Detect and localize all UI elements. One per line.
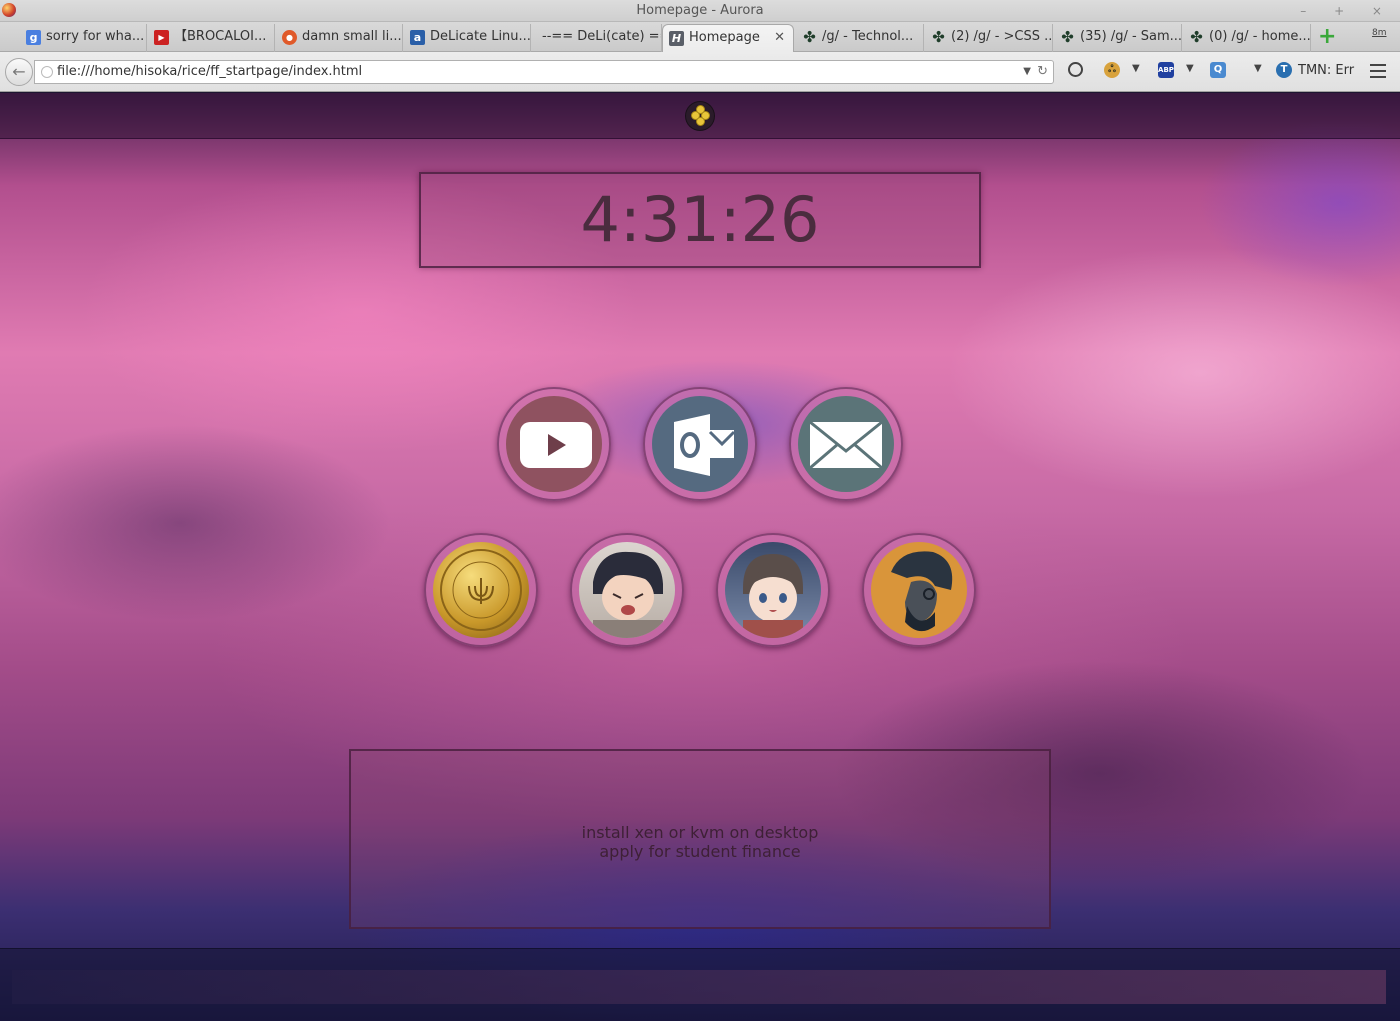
tab-4[interactable]: a DeLicate Linu... — [404, 24, 531, 52]
tab-label: (35) /g/ - Sam... — [1080, 29, 1182, 44]
tab-label: DeLicate Linu... — [430, 29, 531, 44]
youtube-icon — [506, 396, 602, 492]
tab-2[interactable]: ▶ 【BROCALOI... — [148, 24, 275, 52]
note-item: install xen or kvm on desktop — [581, 823, 819, 842]
startpage-topbar — [0, 93, 1400, 139]
4chan-clover-icon: ✤ — [803, 28, 816, 46]
avatar-link-4[interactable] — [862, 533, 976, 647]
coin-link[interactable] — [424, 533, 538, 647]
tmn-status[interactable]: TMN: Err — [1298, 63, 1354, 78]
google-icon: g — [26, 30, 41, 45]
url-bar[interactable]: file:///home/hisoka/rice/ff_startpage/in… — [34, 60, 1054, 84]
clock-display: 4:31:26 — [419, 172, 981, 268]
back-arrow-icon: ← — [12, 62, 26, 81]
tab-label: 【BROCALOI... — [174, 29, 267, 44]
startpage: 4:31:26 install xen or kvm on desktop ap… — [0, 93, 1400, 1021]
duckduckgo-icon: ● — [282, 30, 297, 45]
tab-label: (0) /g/ - home... — [1209, 29, 1311, 44]
adblock-icon[interactable]: ABP — [1158, 62, 1174, 78]
outlook-link[interactable] — [643, 387, 757, 501]
hamburger-menu-icon[interactable] — [1370, 64, 1386, 78]
tab-label: --== DeLi(cate) ==-- — [542, 29, 661, 44]
mail-link[interactable] — [789, 387, 903, 501]
aurora-app-icon — [2, 3, 16, 17]
coin-avatar — [433, 542, 529, 638]
back-button[interactable]: ← — [5, 58, 33, 86]
globe-icon — [41, 66, 53, 78]
tab-7[interactable]: ✤ /g/ - Technol... — [796, 24, 924, 52]
tab-10[interactable]: ✤ (0) /g/ - home... — [1183, 24, 1311, 52]
new-tab-button[interactable]: + — [1318, 26, 1336, 48]
window-controls[interactable]: – + × — [1300, 0, 1394, 22]
note-item: apply for student finance — [599, 842, 801, 861]
tab-label: Homepage — [689, 30, 760, 45]
quickjava-icon[interactable]: Q — [1210, 62, 1226, 78]
greasemonkey-dropdown-icon[interactable]: ▼ — [1132, 63, 1140, 74]
adblock-dropdown-icon[interactable]: ▼ — [1186, 63, 1194, 74]
avatar-link-3[interactable] — [716, 533, 830, 647]
4chan-clover-icon: ✤ — [932, 28, 945, 46]
tab-label: /g/ - Technol... — [822, 29, 914, 44]
outlook-icon — [652, 396, 748, 492]
tab-label: sorry for wha... — [46, 29, 145, 44]
greasemonkey-icon[interactable]: ஃ — [1104, 62, 1120, 78]
tab-5[interactable]: --== DeLi(cate) ==-- — [532, 24, 662, 52]
avatar-link-2[interactable] — [570, 533, 684, 647]
window-title: Homepage - Aurora — [636, 3, 764, 18]
reload-icon[interactable]: ↻ — [1037, 61, 1048, 83]
close-tab-icon[interactable]: ✕ — [774, 25, 785, 51]
quickjava-dropdown-icon[interactable]: ▼ — [1254, 63, 1262, 74]
anime-boy-avatar — [725, 542, 821, 638]
tab-label: damn small li... — [302, 29, 402, 44]
tab-1[interactable]: g sorry for wha... — [20, 24, 147, 52]
mail-icon — [798, 396, 894, 492]
site-a-icon: a — [410, 30, 425, 45]
tab-strip: g sorry for wha... ▶ 【BROCALOI... ● damn… — [0, 22, 1400, 52]
tab-3[interactable]: ● damn small li... — [276, 24, 403, 52]
honeycomb-logo-icon[interactable] — [685, 101, 715, 131]
url-text: file:///home/hisoka/rice/ff_startpage/in… — [57, 64, 363, 79]
startpage-footer — [0, 948, 1400, 1021]
bearded-man-avatar — [871, 542, 967, 638]
tab-9[interactable]: ✤ (35) /g/ - Sam... — [1054, 24, 1182, 52]
h-page-icon: H — [669, 31, 684, 46]
tab-homepage-active[interactable]: H Homepage ✕ — [662, 24, 794, 52]
search-input[interactable] — [12, 970, 1386, 1004]
4chan-clover-icon: ✤ — [1061, 28, 1074, 46]
tab-count-badge[interactable]: 8m — [1372, 28, 1387, 38]
youtube-icon: ▶ — [154, 30, 169, 45]
trackmenot-icon[interactable]: T — [1276, 62, 1292, 78]
url-history-dropdown-icon[interactable]: ▼ — [1023, 61, 1031, 83]
palette-icon[interactable] — [1068, 62, 1083, 77]
tab-label: (2) /g/ - >CSS ... — [951, 29, 1053, 44]
youtube-link[interactable] — [497, 387, 611, 501]
4chan-clover-icon: ✤ — [1190, 28, 1203, 46]
crying-anime-avatar — [579, 542, 675, 638]
tab-8[interactable]: ✤ (2) /g/ - >CSS ... — [925, 24, 1053, 52]
window-titlebar: Homepage - Aurora – + × — [0, 0, 1400, 22]
notes-panel: install xen or kvm on desktop apply for … — [349, 749, 1051, 929]
